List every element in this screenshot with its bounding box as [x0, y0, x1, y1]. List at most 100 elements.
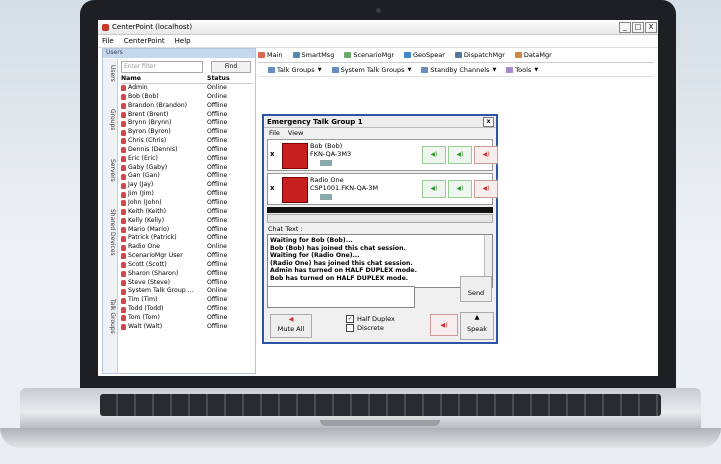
tab-scenariomgr[interactable]: ScenarioMgr [344, 51, 394, 59]
user-status: Offline [207, 260, 228, 268]
user-row[interactable]: Bob (Bob) Online [121, 93, 253, 102]
user-row[interactable]: Walt (Walt) Offline [121, 323, 253, 332]
user-row[interactable]: Gan (Gan) Offline [121, 172, 253, 181]
tools-menu[interactable]: Tools ▼ [506, 66, 538, 74]
member-name: Bob (Bob) [310, 142, 343, 150]
user-row[interactable]: Todd (Todd) Offline [121, 305, 253, 314]
send-button[interactable]: Send [460, 276, 492, 302]
vtab-groups[interactable]: Groups [104, 109, 116, 130]
dispatchmgr-icon [454, 52, 462, 58]
user-row[interactable]: Scott (Scott) Offline [121, 261, 253, 270]
user-row[interactable]: Tom (Tom) Offline [121, 314, 253, 323]
window-title: CenterPoint (localhost) [112, 23, 193, 31]
user-row[interactable]: Jim (Jim) Offline [121, 190, 253, 199]
vtab-shared-devices[interactable]: Shared Devices [104, 209, 116, 256]
user-row[interactable]: Patrick (Patrick) Offline [121, 234, 253, 243]
tab-smartmsg[interactable]: SmartMsg [292, 51, 334, 59]
user-name: Kelly (Kelly) [128, 216, 165, 224]
chat-label: Chat Text : [268, 225, 303, 233]
user-row[interactable]: Gaby (Gaby) Offline [121, 164, 253, 173]
user-row[interactable]: Brandon (Brandon) Offline [121, 102, 253, 111]
mute-all-button[interactable]: ◀ Mute All [270, 314, 312, 338]
dialog-title-bar: Emergency Talk Group 1 x [264, 116, 496, 128]
speaker-mute-icon[interactable]: ◀) [474, 180, 498, 198]
user-row[interactable]: Chris (Chris) Offline [121, 137, 253, 146]
menu-centerpoint[interactable]: CenterPoint [124, 37, 165, 45]
speak-button[interactable]: ▲ Speak [460, 312, 494, 340]
user-row[interactable]: Byron (Byron) Offline [121, 128, 253, 137]
vtab-users[interactable]: Users [104, 65, 116, 82]
status-icons [320, 194, 332, 200]
horizontal-scrollbar[interactable] [267, 214, 493, 223]
user-row[interactable]: Eric (Eric) Offline [121, 155, 253, 164]
find-button[interactable]: Find [211, 61, 251, 73]
user-status: Offline [207, 305, 228, 313]
user-icon [121, 226, 126, 233]
user-row[interactable]: Jay (Jay) Offline [121, 181, 253, 190]
system-talk-groups-menu[interactable]: System Talk Groups ▼ [331, 66, 411, 74]
user-row[interactable]: Brynn (Brynn) Offline [121, 119, 253, 128]
tab-datamgr[interactable]: DataMgr [514, 51, 552, 59]
discrete-checkbox[interactable]: Discrete [346, 323, 395, 332]
user-status: Offline [207, 119, 228, 127]
tab-dispatchmgr[interactable]: DispatchMgr [454, 51, 505, 59]
half-duplex-checkbox[interactable]: ✓ Half Duplex [346, 314, 395, 323]
close-button[interactable]: X [645, 21, 657, 33]
user-icon [121, 324, 126, 331]
dialog-close-button[interactable]: x [483, 116, 494, 127]
talk-groups-menu[interactable]: Talk Groups ▼ [268, 66, 322, 74]
camera [376, 8, 381, 13]
user-row[interactable]: Steve (Steve) Offline [121, 279, 253, 288]
menu-file[interactable]: File [102, 37, 114, 45]
user-row[interactable]: Keith (Keith) Offline [121, 208, 253, 217]
user-name: John (John) [128, 198, 162, 206]
speaker-icon[interactable]: ◀) [422, 146, 446, 164]
remove-member-button[interactable]: x [270, 184, 278, 192]
user-row[interactable]: ScenarioMgr User Offline [121, 252, 253, 261]
user-icon [121, 138, 126, 145]
user-row[interactable]: John (John) Offline [121, 199, 253, 208]
tab-main[interactable]: Main [258, 51, 283, 59]
user-name: Keith (Keith) [128, 207, 167, 215]
user-icon [121, 253, 126, 260]
user-row[interactable]: Brent (Brent) Offline [121, 111, 253, 120]
user-name: Walt (Walt) [128, 322, 163, 330]
user-row[interactable]: Admin Online [121, 84, 253, 93]
tab-geospear[interactable]: GeoSpear [404, 51, 445, 59]
user-row[interactable]: Kelly (Kelly) Offline [121, 217, 253, 226]
column-name[interactable]: Name [121, 75, 207, 83]
speaker-mute-icon[interactable]: ◀) [474, 146, 498, 164]
user-status: Offline [207, 154, 228, 162]
standby-channels-menu[interactable]: Standby Channels ▼ [421, 66, 496, 74]
speaker-icon[interactable]: ◀) [448, 146, 472, 164]
user-icon [121, 129, 126, 136]
user-status: Offline [207, 322, 228, 330]
dialog-menu-file[interactable]: File [269, 129, 280, 137]
user-row[interactable]: Tim (Tim) Offline [121, 296, 253, 305]
dialog-speaker-icon[interactable]: ◀) [430, 314, 458, 336]
laptop-lid: CenterPoint (localhost) _ □ X File Cente… [80, 0, 676, 394]
menu-help[interactable]: Help [175, 37, 191, 45]
vtab-talk-groups[interactable]: Talk Groups [104, 299, 116, 334]
user-row[interactable]: Dennis (Dennis) Offline [121, 146, 253, 155]
speaker-icon[interactable]: ◀) [422, 180, 446, 198]
column-status[interactable]: Status [207, 75, 230, 83]
vtab-servers[interactable]: Servers [104, 159, 116, 182]
user-icon [121, 94, 126, 101]
dialog-menu-view[interactable]: View [288, 129, 303, 137]
user-row[interactable]: Mario (Mario) Offline [121, 226, 253, 235]
filter-input[interactable]: Enter filter [121, 61, 203, 73]
user-icon [121, 85, 126, 92]
chat-compose-input[interactable] [267, 286, 415, 308]
user-status: Online [207, 92, 227, 100]
user-icon [121, 156, 126, 163]
minimize-button[interactable]: _ [619, 21, 631, 33]
remove-member-button[interactable]: x [270, 150, 278, 158]
user-name: Radio One [128, 243, 160, 251]
user-row[interactable]: Sharon (Sharon) Offline [121, 270, 253, 279]
user-row[interactable]: System Talk Group ... Online [121, 287, 253, 296]
maximize-button[interactable]: □ [632, 21, 644, 33]
speaker-icon[interactable]: ◀) [448, 180, 472, 198]
user-row[interactable]: Radio One Online [121, 243, 253, 252]
geospear-icon [404, 52, 411, 58]
